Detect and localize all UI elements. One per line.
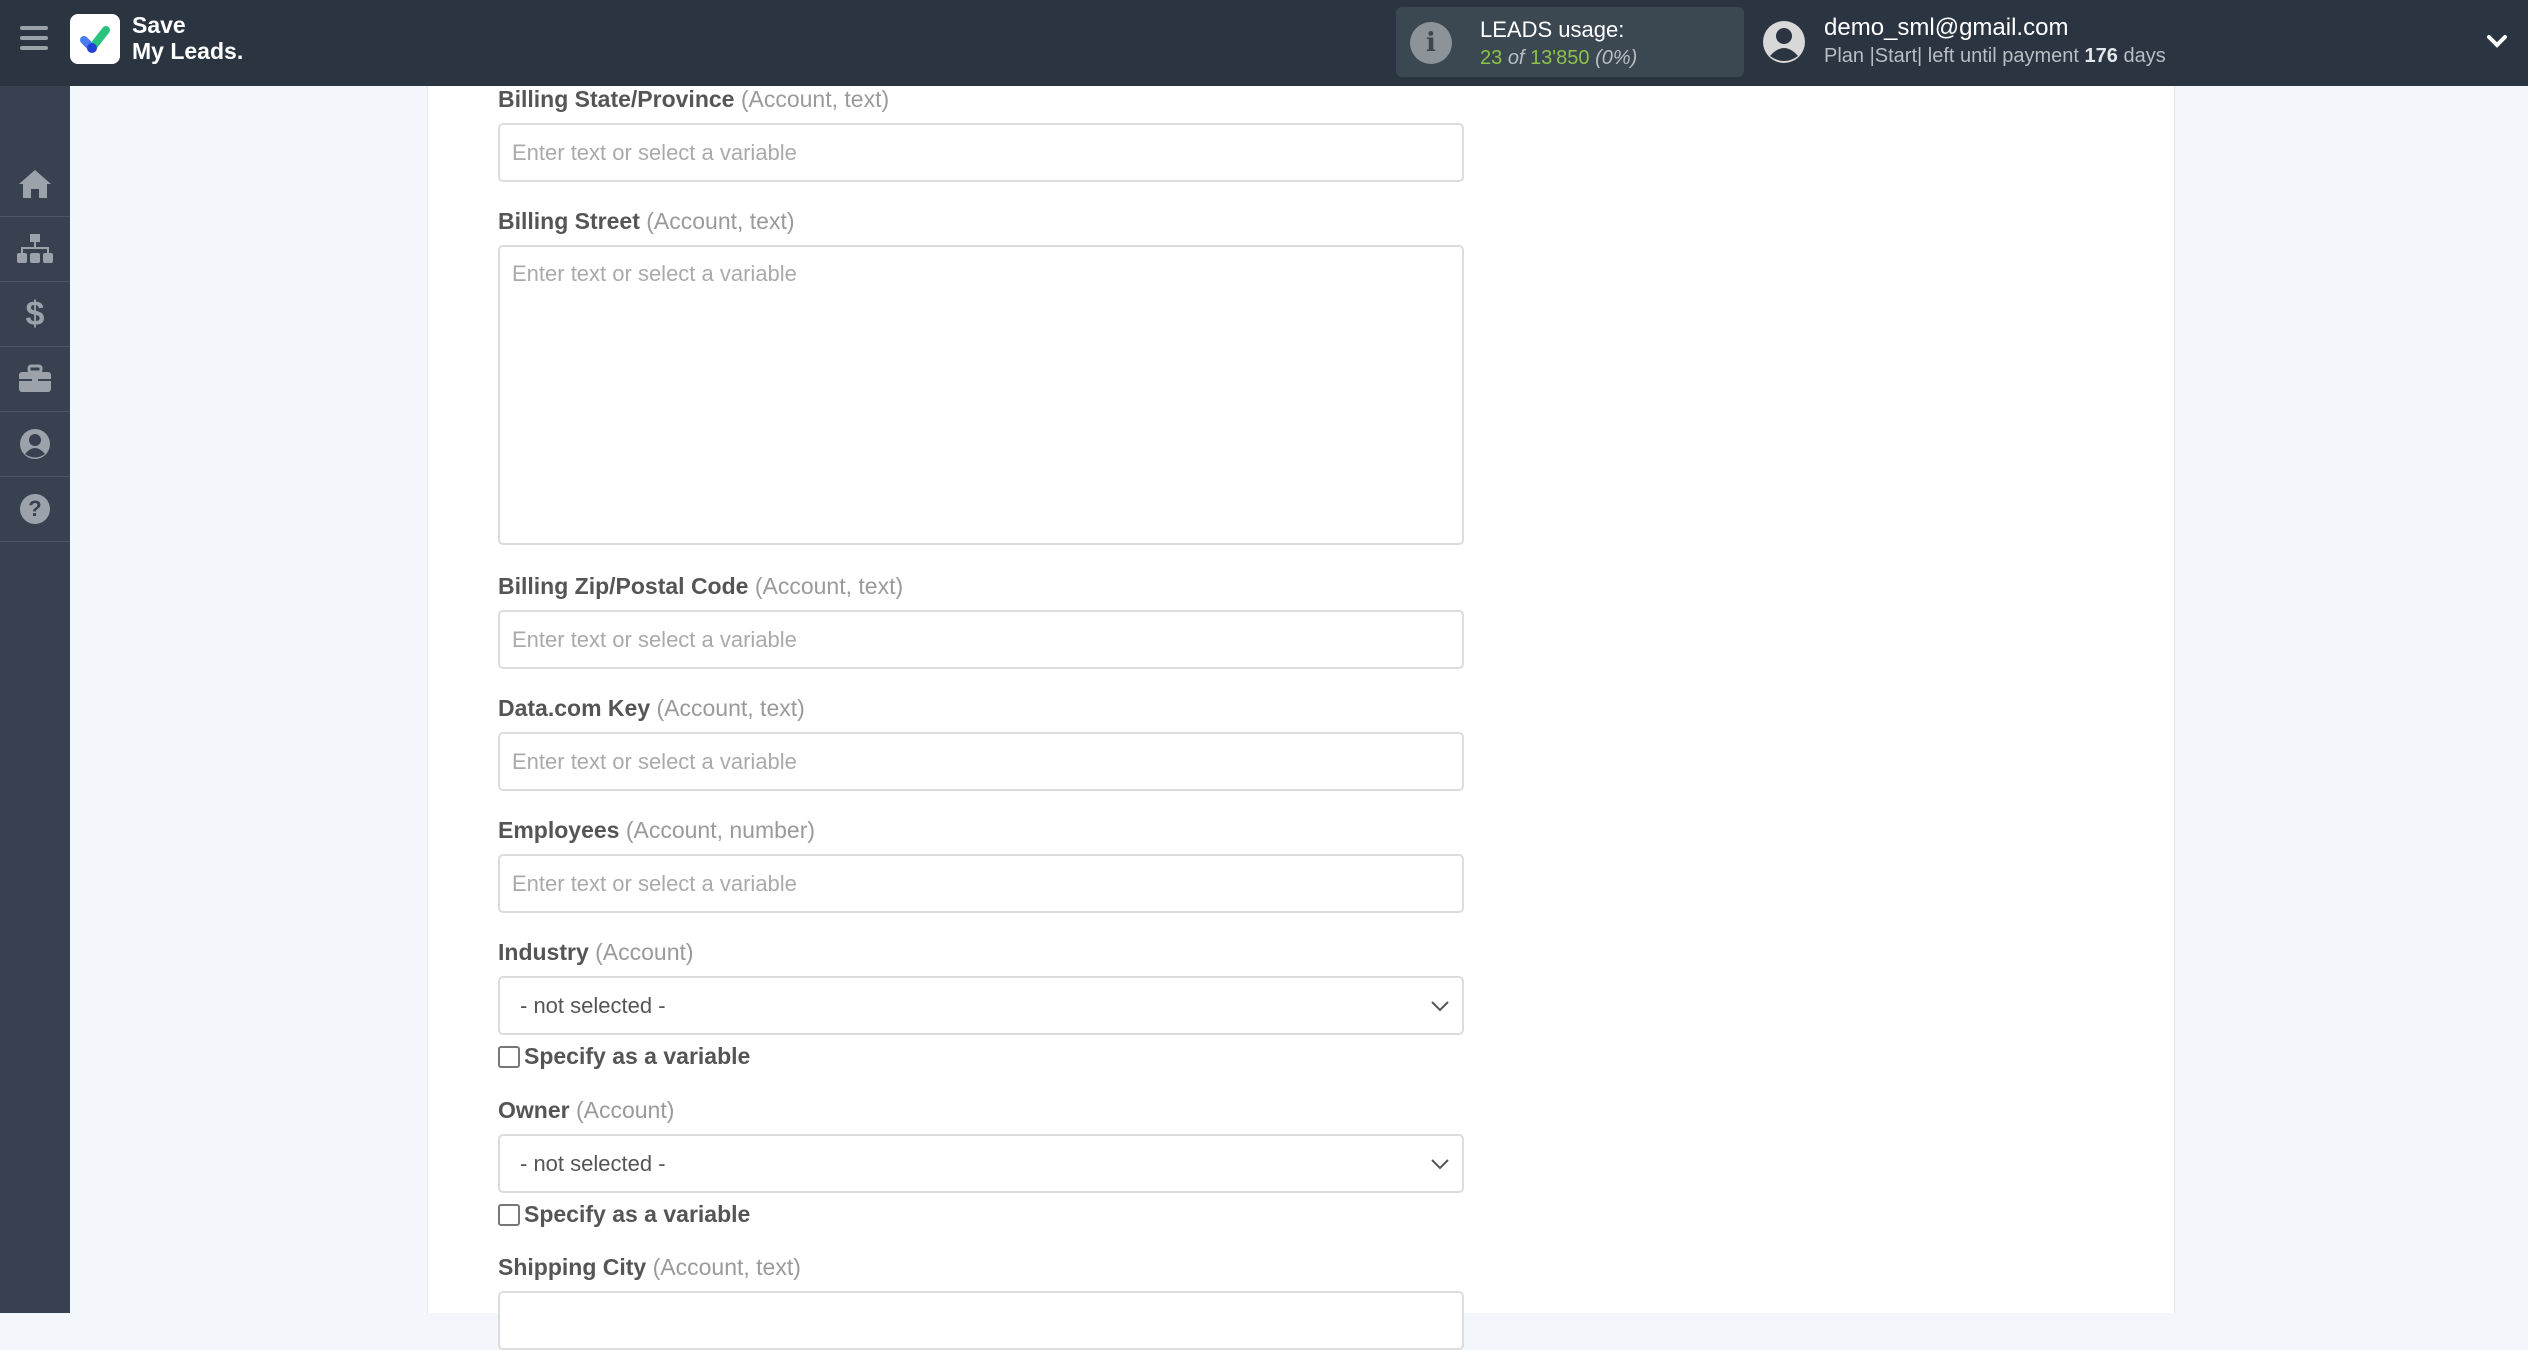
usage-total: 13'850 bbox=[1530, 47, 1590, 69]
field-shipping-city: Shipping City (Account, text) bbox=[498, 1254, 1464, 1350]
sidebar-item-tools[interactable] bbox=[0, 347, 70, 412]
top-header: Save My Leads. i LEADS usage: 23 of 13'8… bbox=[0, 0, 2528, 86]
field-billing-street: Billing Street (Account, text) Enter tex… bbox=[498, 208, 1464, 545]
owner-variable-checkbox[interactable]: Specify as a variable bbox=[498, 1201, 1464, 1228]
field-industry: Industry (Account) - not selected - Spec… bbox=[498, 939, 1464, 1070]
plan-days-suffix: days bbox=[2123, 45, 2166, 67]
checkbox-icon[interactable] bbox=[498, 1045, 520, 1068]
sidebar: $ ? bbox=[0, 86, 70, 1313]
brand-name[interactable]: Save My Leads. bbox=[132, 12, 243, 64]
briefcase-icon bbox=[19, 364, 51, 392]
brand-line-2: My Leads. bbox=[132, 38, 244, 64]
sidebar-item-help[interactable]: ? bbox=[0, 477, 70, 542]
owner-select-value: - not selected - bbox=[520, 1150, 666, 1176]
datacom-key-input[interactable]: Enter text or select a variable bbox=[498, 732, 1464, 791]
usage-title: LEADS usage: bbox=[1480, 17, 1625, 42]
dollar-icon: $ bbox=[25, 294, 45, 333]
chevron-down-icon[interactable] bbox=[2484, 28, 2510, 54]
industry-variable-checkbox[interactable]: Specify as a variable bbox=[498, 1043, 1464, 1070]
usage-used: 23 bbox=[1480, 47, 1503, 69]
industry-select[interactable]: - not selected - bbox=[498, 976, 1464, 1035]
sidebar-item-billing[interactable]: $ bbox=[0, 282, 70, 347]
shipping-city-input[interactable] bbox=[498, 1291, 1464, 1350]
field-employees: Employees (Account, number) Enter text o… bbox=[498, 817, 1464, 913]
user-avatar-icon[interactable] bbox=[1762, 20, 1806, 64]
usage-of: of bbox=[1507, 47, 1525, 69]
usage-percent: (0%) bbox=[1595, 47, 1638, 69]
sidebar-item-connections[interactable] bbox=[0, 217, 70, 282]
field-owner: Owner (Account) - not selected - Specify… bbox=[498, 1097, 1464, 1228]
checkbox-label: Specify as a variable bbox=[524, 1201, 751, 1227]
svg-text:?: ? bbox=[28, 496, 41, 521]
sidebar-item-home[interactable] bbox=[0, 152, 70, 217]
employees-input[interactable]: Enter text or select a variable bbox=[498, 854, 1464, 913]
field-label: Owner (Account) bbox=[498, 1097, 675, 1123]
billing-street-textarea[interactable]: Enter text or select a variable bbox=[498, 245, 1464, 545]
usage-count: 23 of 13'850 (0%) bbox=[1480, 47, 1637, 70]
industry-select-value: - not selected - bbox=[520, 992, 666, 1018]
field-datacom-key: Data.com Key (Account, text) Enter text … bbox=[498, 695, 1464, 791]
field-label: Billing State/Province (Account, text) bbox=[498, 86, 890, 112]
plan-prefix: Plan |Start| left until payment bbox=[1824, 45, 2079, 67]
user-plan: Plan |Start| left until payment 176 days bbox=[1824, 45, 2166, 68]
content-panel: Billing State/Province (Account, text) E… bbox=[427, 86, 2175, 1350]
home-icon bbox=[19, 170, 51, 198]
owner-select[interactable]: - not selected - bbox=[498, 1134, 1464, 1193]
info-icon: i bbox=[1410, 22, 1452, 64]
help-icon: ? bbox=[20, 494, 50, 524]
field-label: Data.com Key (Account, text) bbox=[498, 695, 805, 721]
field-billing-zip: Billing Zip/Postal Code (Account, text) … bbox=[498, 573, 1464, 669]
billing-state-input[interactable]: Enter text or select a variable bbox=[498, 123, 1464, 182]
user-circle-icon bbox=[20, 429, 50, 459]
brand-line-1: Save bbox=[132, 12, 186, 38]
logo-icon[interactable] bbox=[70, 14, 120, 64]
chevron-down-icon bbox=[1431, 1158, 1449, 1169]
user-email[interactable]: demo_sml@gmail.com bbox=[1824, 14, 2068, 42]
leads-usage-widget: i LEADS usage: 23 of 13'850 (0%) bbox=[1396, 7, 1744, 77]
field-billing-state: Billing State/Province (Account, text) E… bbox=[498, 86, 1464, 182]
chevron-down-icon bbox=[1431, 1000, 1449, 1011]
menu-toggle-icon[interactable] bbox=[20, 26, 48, 52]
field-label: Industry (Account) bbox=[498, 939, 694, 965]
field-label: Employees (Account, number) bbox=[498, 817, 816, 843]
checkbox-icon[interactable] bbox=[498, 1203, 520, 1226]
field-label: Shipping City (Account, text) bbox=[498, 1254, 801, 1280]
billing-zip-input[interactable]: Enter text or select a variable bbox=[498, 610, 1464, 669]
field-label: Billing Street (Account, text) bbox=[498, 208, 795, 234]
field-label: Billing Zip/Postal Code (Account, text) bbox=[498, 573, 904, 599]
plan-days: 176 bbox=[2084, 45, 2118, 67]
sidebar-item-profile[interactable] bbox=[0, 412, 70, 477]
sitemap-icon bbox=[17, 234, 53, 263]
checkbox-label: Specify as a variable bbox=[524, 1043, 751, 1069]
